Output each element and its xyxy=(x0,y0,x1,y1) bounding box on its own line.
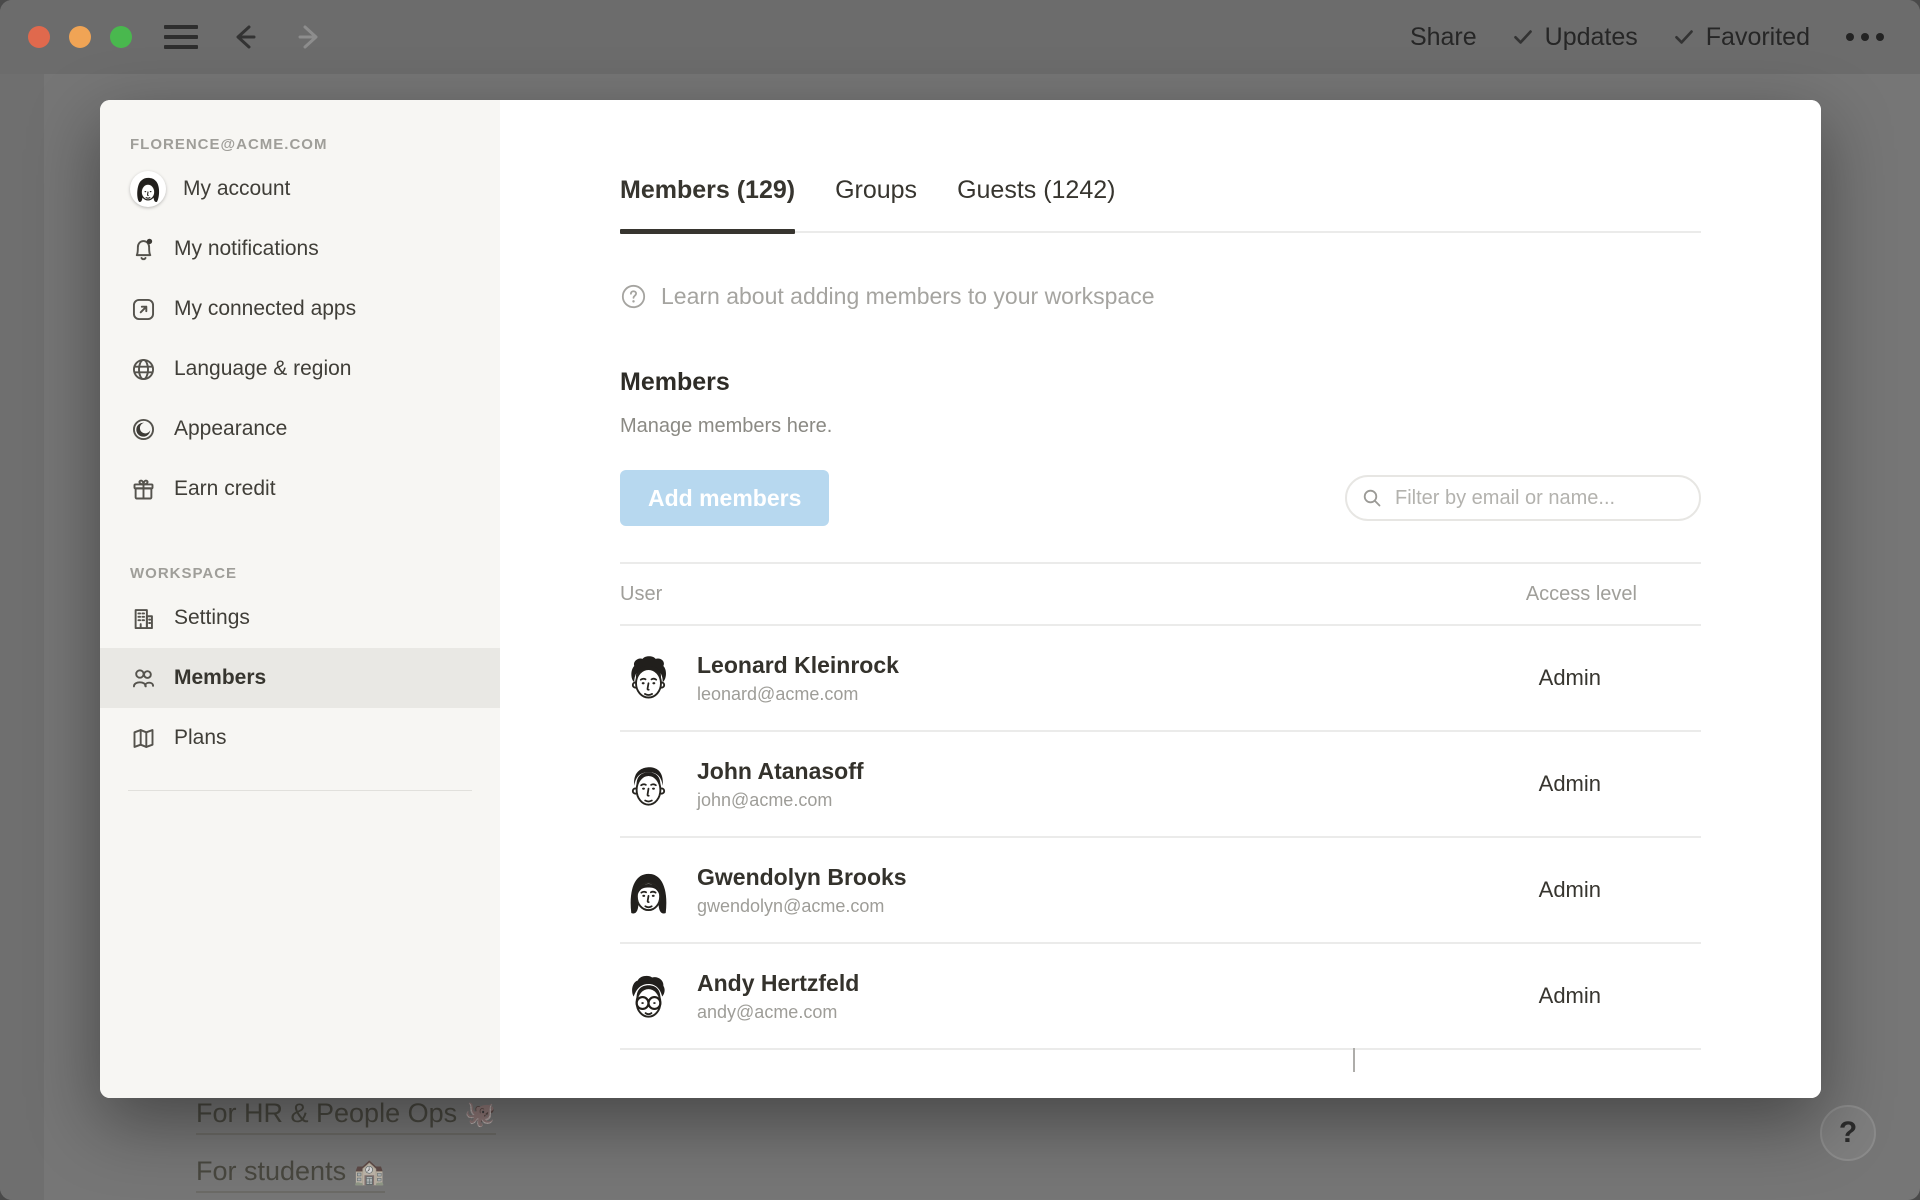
sidebar-divider xyxy=(128,790,472,791)
avatar xyxy=(620,650,677,707)
tab-members[interactable]: Members (129) xyxy=(620,176,795,231)
user-avatar xyxy=(130,171,166,207)
favorited-button[interactable]: Favorited xyxy=(1672,23,1810,52)
arrow-up-right-square-icon xyxy=(130,296,157,323)
members-section-subtitle: Manage members here. xyxy=(620,415,1701,438)
sidebar-item-label: Plans xyxy=(174,726,227,750)
settings-sidebar: FLORENCE@ACME.COM My account xyxy=(100,100,500,1098)
sidebar-item-appearance[interactable]: Appearance xyxy=(100,399,500,459)
sidebar-item-my-notifications[interactable]: My notifications xyxy=(100,219,500,279)
sidebar-item-label: My connected apps xyxy=(174,297,356,321)
dimmed-page-sidebar-edge xyxy=(0,74,44,1200)
sidebar-item-label: My account xyxy=(183,177,290,201)
access-level-value[interactable]: Admin xyxy=(1291,625,1701,731)
sidebar-item-label: Language & region xyxy=(174,357,352,381)
account-email-header: FLORENCE@ACME.COM xyxy=(100,136,500,153)
learn-about-members-link[interactable]: Learn about adding members to your works… xyxy=(620,283,1701,310)
column-header-user: User xyxy=(620,563,1291,625)
octopus-emoji: 🐙 xyxy=(465,1100,496,1128)
table-row[interactable]: John Atanasoff john@acme.com Admin xyxy=(620,731,1701,837)
column-header-access-level: Access level xyxy=(1291,563,1701,625)
help-button[interactable]: ? xyxy=(1820,1105,1876,1161)
map-icon xyxy=(130,725,157,752)
sidebar-item-plans[interactable]: Plans xyxy=(100,708,500,768)
template-link-for-students[interactable]: For students 🏫 xyxy=(196,1156,385,1193)
sidebar-item-my-connected-apps[interactable]: My connected apps xyxy=(100,279,500,339)
member-name: John Atanasoff xyxy=(697,757,864,787)
app-window: Share Updates Favorited For HR & People … xyxy=(0,0,1920,1200)
minimize-window-icon[interactable] xyxy=(69,26,91,48)
sidebar-item-label: Settings xyxy=(174,606,250,630)
check-icon xyxy=(1672,25,1696,49)
learn-link-label: Learn about adding members to your works… xyxy=(661,283,1155,310)
sidebar-item-label: Earn credit xyxy=(174,477,276,501)
access-level-value[interactable]: Admin xyxy=(1291,731,1701,837)
avatar xyxy=(620,756,677,813)
sidebar-item-label: Appearance xyxy=(174,417,287,441)
member-email: leonard@acme.com xyxy=(697,684,899,705)
favorited-label: Favorited xyxy=(1706,23,1810,52)
members-panel: Members (129) Groups Guests (1242) Learn… xyxy=(500,100,1821,1098)
sidebar-item-members[interactable]: Members xyxy=(100,648,500,708)
member-name: Andy Hertzfeld xyxy=(697,969,859,999)
add-members-button[interactable]: Add members xyxy=(620,470,829,526)
tab-bar: Members (129) Groups Guests (1242) xyxy=(620,176,1701,233)
updates-button[interactable]: Updates xyxy=(1511,23,1638,52)
avatar xyxy=(620,968,677,1025)
window-toolbar: Share Updates Favorited xyxy=(0,0,1920,74)
moon-icon xyxy=(130,416,157,443)
table-row[interactable]: Leonard Kleinrock leonard@acme.com Admin xyxy=(620,625,1701,731)
sidebar-item-label: My notifications xyxy=(174,237,319,261)
share-button[interactable]: Share xyxy=(1410,23,1477,52)
bell-icon xyxy=(130,236,157,263)
school-emoji: 🏫 xyxy=(354,1158,385,1186)
forward-icon[interactable] xyxy=(292,20,326,54)
updates-label: Updates xyxy=(1545,23,1638,52)
people-icon xyxy=(130,665,157,692)
search-icon xyxy=(1360,486,1384,510)
filter-input[interactable] xyxy=(1345,475,1701,521)
question-mark-icon: ? xyxy=(1839,1116,1857,1150)
check-icon xyxy=(1511,25,1535,49)
gift-icon xyxy=(130,476,157,503)
member-filter xyxy=(1345,475,1701,521)
table-row[interactable]: Andy Hertzfeld andy@acme.com Admin xyxy=(620,943,1701,1049)
sidebar-item-label: Members xyxy=(174,666,266,690)
template-link-hr-people-ops[interactable]: For HR & People Ops 🐙 xyxy=(196,1098,496,1135)
traffic-lights xyxy=(28,26,132,48)
question-circle-icon xyxy=(620,283,647,310)
globe-icon xyxy=(130,356,157,383)
tab-guests[interactable]: Guests (1242) xyxy=(957,176,1115,231)
text-cursor-artifact xyxy=(1353,1048,1355,1072)
member-email: gwendolyn@acme.com xyxy=(697,896,907,917)
workspace-header: WORKSPACE xyxy=(100,565,500,582)
menu-icon[interactable] xyxy=(164,25,198,49)
avatar xyxy=(620,862,677,919)
share-label: Share xyxy=(1410,23,1477,52)
sidebar-item-earn-credit[interactable]: Earn credit xyxy=(100,459,500,519)
link-label: For students xyxy=(196,1156,346,1186)
building-icon xyxy=(130,605,157,632)
access-level-value[interactable]: Admin xyxy=(1291,837,1701,943)
access-level-value[interactable]: Admin xyxy=(1291,943,1701,1049)
back-icon[interactable] xyxy=(228,20,262,54)
zoom-window-icon[interactable] xyxy=(110,26,132,48)
sidebar-item-settings[interactable]: Settings xyxy=(100,588,500,648)
link-label: For HR & People Ops xyxy=(196,1098,457,1128)
table-row[interactable]: Gwendolyn Brooks gwendolyn@acme.com Admi… xyxy=(620,837,1701,943)
close-window-icon[interactable] xyxy=(28,26,50,48)
member-email: andy@acme.com xyxy=(697,1002,859,1023)
member-name: Gwendolyn Brooks xyxy=(697,863,907,893)
member-email: john@acme.com xyxy=(697,790,864,811)
members-table: User Access level xyxy=(620,562,1701,1050)
sidebar-item-my-account[interactable]: My account xyxy=(100,159,500,219)
member-name: Leonard Kleinrock xyxy=(697,651,899,681)
members-section-title: Members xyxy=(620,368,1701,397)
tab-groups[interactable]: Groups xyxy=(835,176,917,231)
more-options-icon[interactable] xyxy=(1844,27,1886,47)
settings-modal: FLORENCE@ACME.COM My account xyxy=(100,100,1821,1098)
sidebar-item-language-region[interactable]: Language & region xyxy=(100,339,500,399)
